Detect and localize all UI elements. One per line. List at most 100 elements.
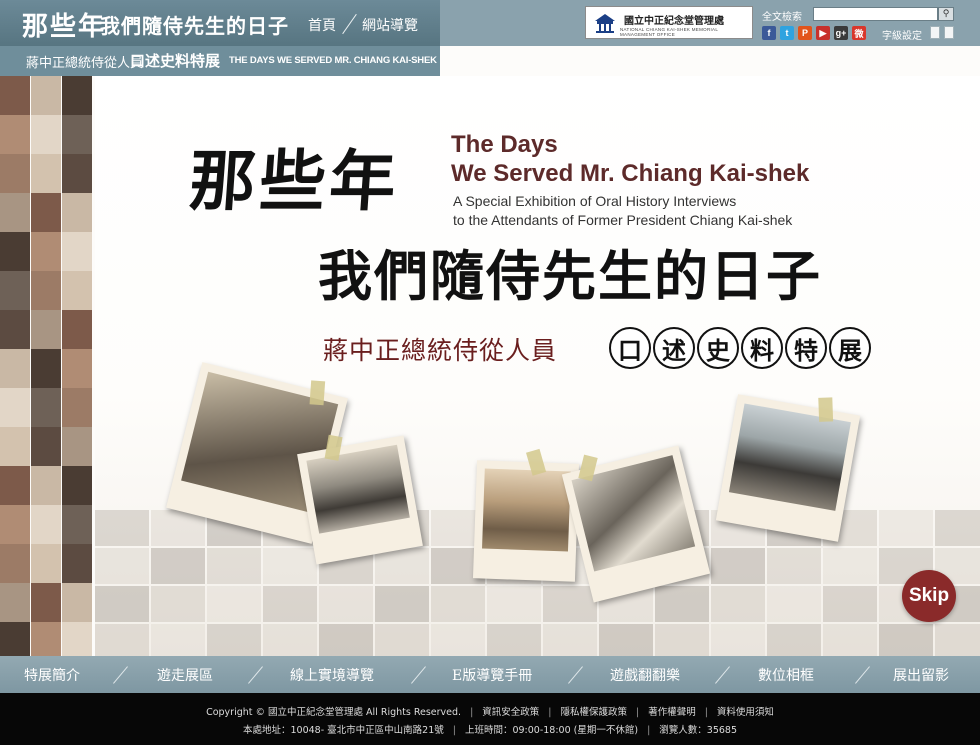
collage-photo bbox=[0, 622, 30, 656]
youtube-icon[interactable]: ▶ bbox=[816, 26, 830, 40]
collage-photo bbox=[711, 548, 765, 584]
hours-text: 上班時間：09:00-18:00 (星期一不休館) bbox=[464, 725, 639, 736]
collage-photo bbox=[823, 548, 877, 584]
footer: Copyright © 國立中正紀念堂管理處 All Rights Reserv… bbox=[0, 693, 980, 745]
footer-link-security[interactable]: 資訊安全政策 bbox=[482, 707, 539, 718]
collage-photo bbox=[207, 586, 261, 622]
weibo-icon[interactable]: 微 bbox=[852, 26, 866, 40]
collage-photo bbox=[263, 586, 317, 622]
collage-photo bbox=[62, 76, 92, 116]
collage-photo bbox=[0, 544, 30, 584]
copyright-text: Copyright © 國立中正紀念堂管理處 All Rights Reserv… bbox=[206, 707, 462, 718]
collage-photo bbox=[0, 466, 30, 506]
photo-image bbox=[482, 468, 571, 552]
collage-photo bbox=[935, 624, 980, 656]
collage-photo bbox=[31, 232, 61, 272]
search-button[interactable]: ⚲ bbox=[938, 7, 954, 21]
divider: | bbox=[470, 707, 474, 718]
collage-photo bbox=[879, 624, 933, 656]
collage-photo bbox=[0, 310, 30, 350]
collage-photo bbox=[95, 548, 149, 584]
divider bbox=[342, 14, 356, 36]
main-nav-item[interactable]: 線上實境導覽 bbox=[290, 665, 374, 685]
collage-photo bbox=[0, 154, 30, 194]
facebook-icon[interactable]: f bbox=[762, 26, 776, 40]
collage-photo bbox=[151, 624, 205, 656]
collage-photo bbox=[62, 388, 92, 428]
collage-photo bbox=[319, 624, 373, 656]
collage-photo bbox=[62, 271, 92, 311]
org-name-en: NATIONAL CHIANG KAI-SHEK MEMORIAL MANAGE… bbox=[620, 27, 718, 37]
circled-char: 述 bbox=[653, 327, 695, 369]
sub-title-bar: 蔣中正總統侍從人員 口述史料特展 THE DAYS WE SERVED MR. … bbox=[0, 46, 440, 76]
main-nav-item[interactable]: 數位相框 bbox=[758, 665, 814, 685]
collage-photo bbox=[62, 349, 92, 389]
collage-photo bbox=[31, 466, 61, 506]
circled-char: 展 bbox=[829, 327, 871, 369]
skip-button[interactable]: Skip bbox=[902, 570, 956, 622]
collage-photo bbox=[767, 548, 821, 584]
hero-subtitle-en-2: to the Attendants of Former President Ch… bbox=[453, 212, 793, 228]
collage-photo bbox=[711, 624, 765, 656]
circled-char: 口 bbox=[609, 327, 651, 369]
historic-photo bbox=[715, 394, 861, 542]
memorial-hall-icon bbox=[595, 14, 615, 33]
main-nav-item[interactable]: 展出留影 bbox=[893, 665, 949, 685]
main-nav: 特展簡介 遊走展區 線上實境導覽 E版導覽手冊 遊戲翻翻樂 數位相框 展出留影 bbox=[0, 656, 980, 693]
collage-photo bbox=[319, 586, 373, 622]
font-large-icon[interactable] bbox=[944, 26, 954, 39]
collage-photo bbox=[62, 466, 92, 506]
circled-char: 特 bbox=[785, 327, 827, 369]
nav-divider bbox=[411, 666, 426, 684]
plurk-icon[interactable]: P bbox=[798, 26, 812, 40]
main-nav-item[interactable]: 遊戲翻翻樂 bbox=[610, 665, 680, 685]
collage-photo bbox=[935, 510, 980, 546]
collage-photo bbox=[0, 115, 30, 155]
collage-photo bbox=[263, 548, 317, 584]
twitter-icon[interactable]: t bbox=[780, 26, 794, 40]
main-nav-item[interactable]: E版導覽手冊 bbox=[452, 665, 532, 685]
footer-link-data-usage[interactable]: 資料使用須知 bbox=[717, 707, 774, 718]
logo-title: 那些年 bbox=[22, 12, 107, 42]
search-icon: ⚲ bbox=[942, 9, 950, 19]
nav-divider bbox=[715, 666, 730, 684]
footer-link-privacy[interactable]: 隱私權保護政策 bbox=[560, 707, 627, 718]
sitemap-link[interactable]: 網站導覽 bbox=[362, 15, 418, 35]
divider: | bbox=[636, 707, 640, 718]
collage-photo bbox=[375, 586, 429, 622]
collage-photo bbox=[31, 115, 61, 155]
footer-line-1: Copyright © 國立中正紀念堂管理處 All Rights Reserv… bbox=[0, 704, 980, 718]
search-input[interactable] bbox=[813, 7, 938, 21]
nav-divider bbox=[248, 666, 263, 684]
collage-photo bbox=[767, 586, 821, 622]
org-logo-link[interactable]: 國立中正紀念堂管理處 NATIONAL CHIANG KAI-SHEK MEMO… bbox=[585, 6, 753, 39]
nav-divider bbox=[113, 666, 128, 684]
collage-photo bbox=[62, 544, 92, 584]
main-nav-item[interactable]: 遊走展區 bbox=[157, 665, 213, 685]
collage-photo bbox=[207, 624, 261, 656]
collage-photo bbox=[487, 586, 541, 622]
home-link[interactable]: 首頁 bbox=[308, 15, 336, 35]
font-size-controls bbox=[930, 26, 954, 39]
photo-image bbox=[306, 444, 410, 534]
font-small-icon[interactable] bbox=[930, 26, 940, 39]
hero-subtitle-cn: 蔣中正總統侍從人員 bbox=[323, 336, 558, 365]
collage-photo bbox=[711, 586, 765, 622]
collage-photo bbox=[31, 76, 61, 116]
collage-photo bbox=[31, 349, 61, 389]
header-bar: 那些年 我們隨侍先生的日子 首頁 網站導覽 國立中正紀念堂管理處 NATIONA… bbox=[0, 0, 980, 46]
divider: | bbox=[647, 725, 651, 736]
collage-photo bbox=[0, 193, 30, 233]
collage-photo bbox=[0, 388, 30, 428]
collage-photo bbox=[0, 583, 30, 623]
footer-link-copyright[interactable]: 著作權聲明 bbox=[648, 707, 696, 718]
google-plus-icon[interactable]: g+ bbox=[834, 26, 848, 40]
collage-photo bbox=[62, 505, 92, 545]
sub-title-en: THE DAYS WE SERVED MR. CHIANG KAI-SHEK bbox=[229, 55, 437, 66]
collage-photo bbox=[62, 232, 92, 272]
page: 那些年 我們隨侍先生的日子 首頁 網站導覽 國立中正紀念堂管理處 NATIONA… bbox=[0, 0, 980, 745]
site-logo[interactable]: 那些年 我們隨侍先生的日子 首頁 網站導覽 bbox=[0, 0, 440, 46]
main-nav-item[interactable]: 特展簡介 bbox=[24, 665, 80, 685]
collage-photo bbox=[431, 624, 485, 656]
collage-photo bbox=[31, 622, 61, 656]
